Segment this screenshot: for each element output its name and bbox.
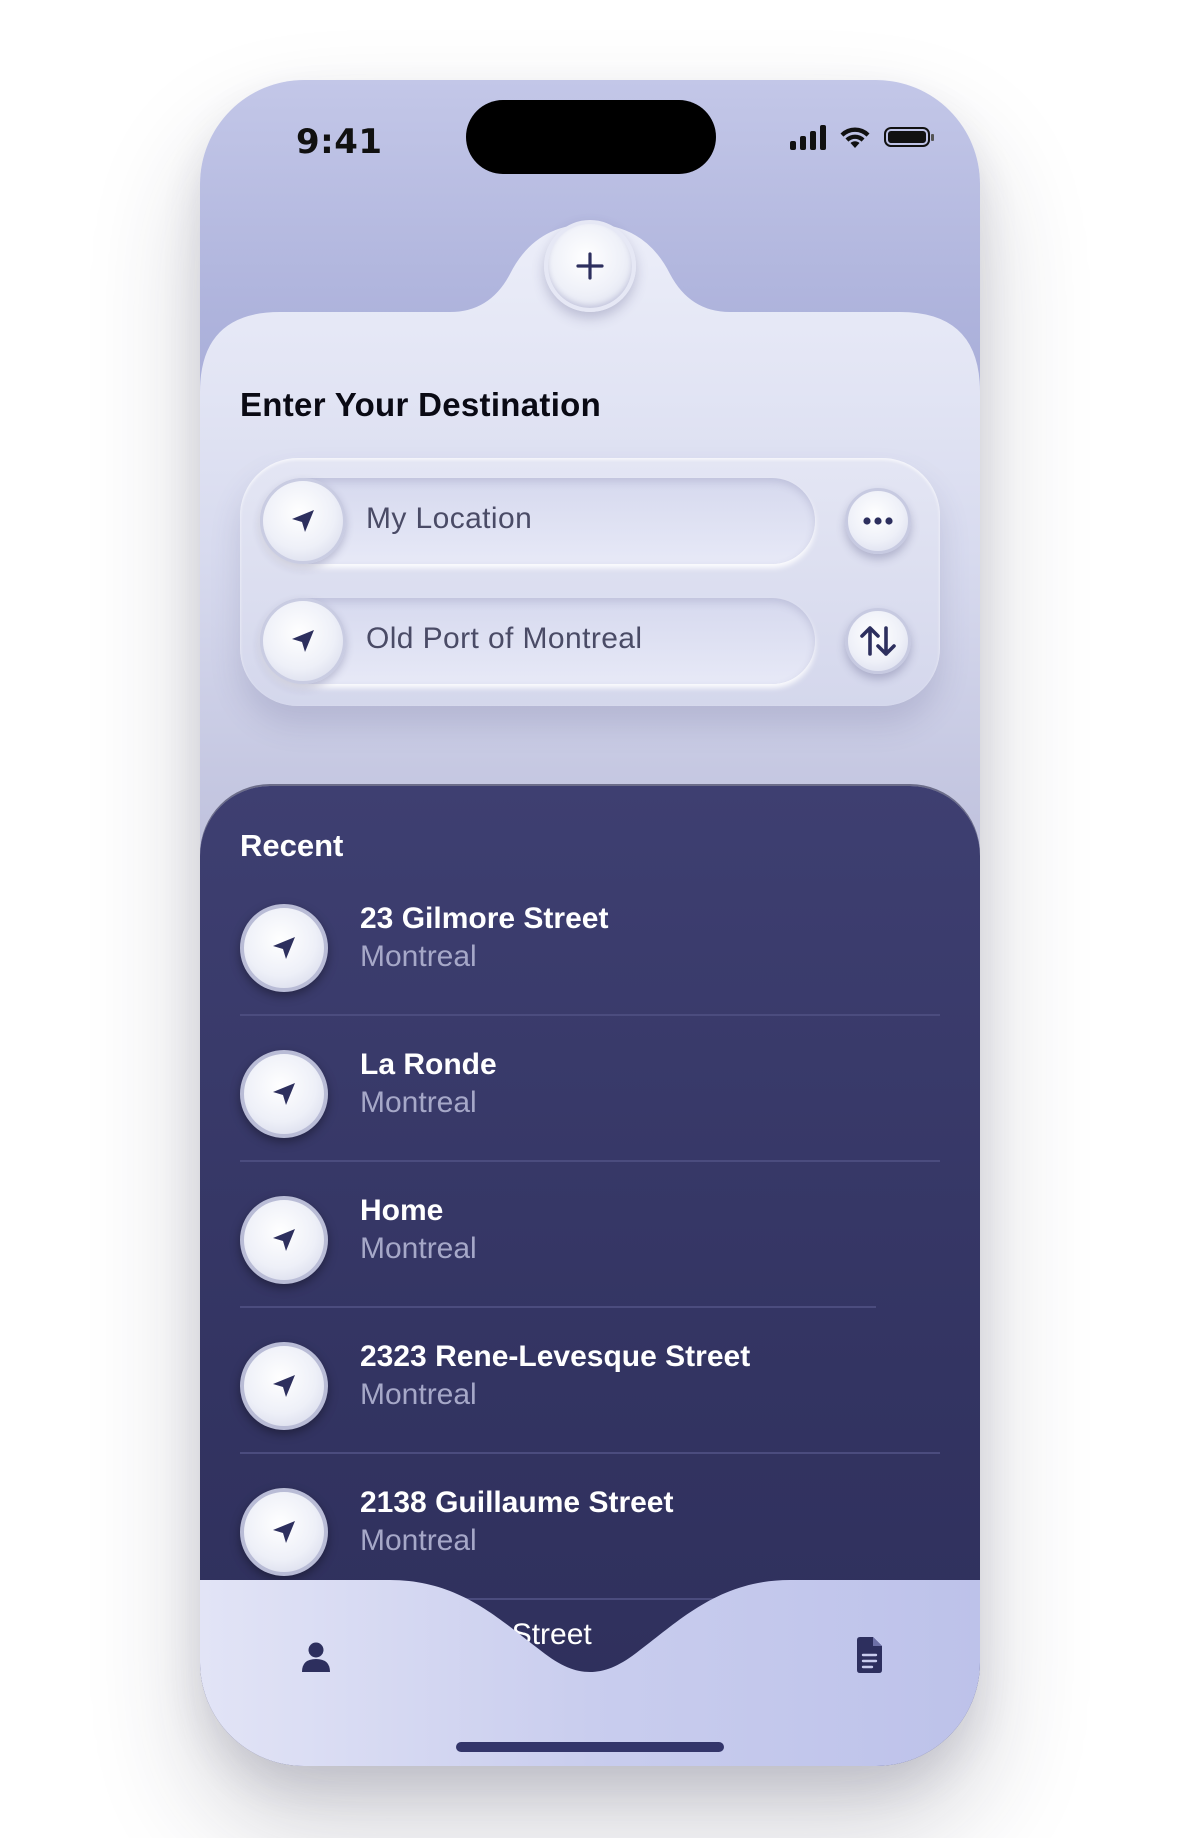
home-indicator[interactable] [456,1742,724,1752]
recent-item[interactable]: Home Montreal [240,1190,940,1336]
more-options-button[interactable] [845,488,911,554]
recent-item-city: Montreal [360,940,477,973]
navigation-arrow-icon [273,937,295,959]
battery-icon [884,127,934,147]
recent-item-icon [240,904,328,992]
recent-item-icon [240,1196,328,1284]
swap-route-button[interactable] [845,608,911,674]
status-icons [790,124,934,150]
origin-value: My Location [366,502,533,535]
divider [240,1014,940,1016]
signal-icon [790,124,826,150]
divider [240,1160,940,1162]
navigation-arrow-icon [273,1083,295,1105]
recent-item-city: Montreal [360,1086,477,1119]
recent-item-city: Montreal [360,1378,477,1411]
navigation-arrow-icon [273,1229,295,1251]
recent-item-name: 2138 Guillaume Street [360,1486,674,1519]
navigation-arrow-icon [292,510,314,532]
recent-item-name: 23 Gilmore Street [360,902,609,935]
origin-location-button[interactable] [260,478,346,564]
route-card: My Location Old Port of Montreal [240,458,940,706]
swap-icon [860,626,896,656]
status-time: 9:41 [296,122,383,162]
dynamic-island [466,100,716,174]
recent-item-icon [240,1342,328,1430]
add-destination-button[interactable] [544,220,636,312]
navigation-arrow-icon [273,1521,295,1543]
recent-item-name: Home [360,1194,444,1227]
page-title: Enter Your Destination [240,386,602,423]
wifi-icon [840,127,870,148]
recent-item[interactable]: 2323 Rene-Levesque Street Montreal [240,1336,940,1482]
divider [240,1452,940,1454]
user-icon[interactable] [300,1640,332,1674]
recent-item-icon [240,1050,328,1138]
phone-screen: 9:41 Enter Your Destination My Location … [200,80,980,1766]
navigation-arrow-icon [292,630,314,652]
navigation-arrow-icon [273,1375,295,1397]
document-icon[interactable] [854,1636,884,1674]
recent-item[interactable]: La Ronde Montreal [240,1044,940,1190]
recent-item-city: Montreal [360,1232,477,1265]
recent-item[interactable]: 23 Gilmore Street Montreal [240,898,940,1044]
more-icon [863,517,893,525]
divider [240,1306,876,1308]
destination-value: Old Port of Montreal [366,622,643,655]
recent-item-icon [240,1488,328,1576]
destination-field[interactable]: Old Port of Montreal [260,598,815,684]
plus-icon [576,252,604,280]
recent-item-name: 2323 Rene-Levesque Street [360,1340,751,1373]
origin-field[interactable]: My Location [260,478,815,564]
recent-item-city: Montreal [360,1524,477,1557]
recent-title: Recent [240,828,344,863]
destination-location-button[interactable] [260,598,346,684]
recent-item-name: La Ronde [360,1048,497,1081]
